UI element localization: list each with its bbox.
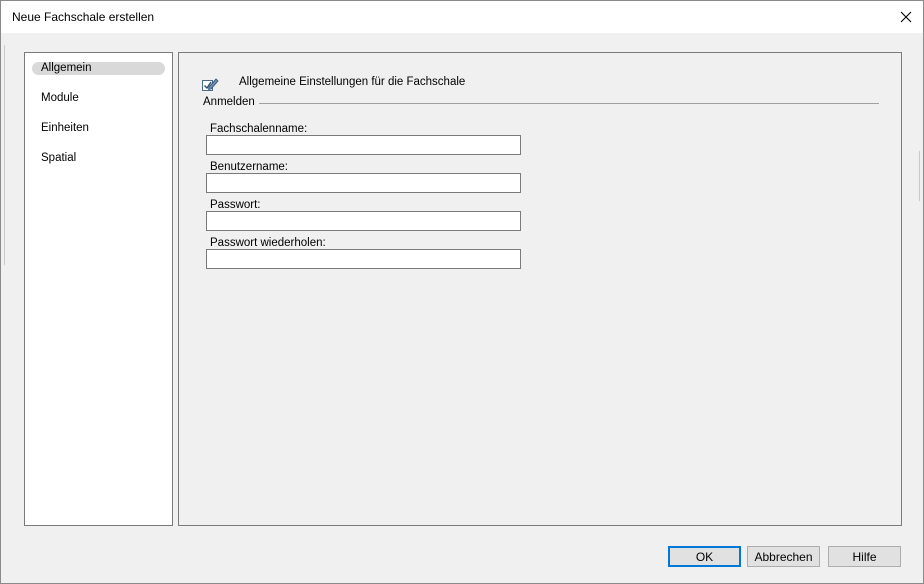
close-button[interactable] (889, 1, 923, 33)
benutzername-label: Benutzername: (210, 161, 288, 173)
passwort-input[interactable] (206, 211, 521, 231)
help-button[interactable]: Hilfe (828, 546, 901, 567)
sidebar-item-label: Allgemein (41, 62, 92, 74)
group-label-anmelden: Anmelden (203, 96, 259, 108)
cancel-button[interactable]: Abbrechen (747, 546, 820, 567)
background-window-edge (1, 45, 5, 265)
passwort-wiederholen-label: Passwort wiederholen: (210, 237, 326, 249)
passwort-wiederholen-input[interactable] (206, 249, 521, 269)
ok-button[interactable]: OK (668, 546, 741, 567)
sidebar-nav: Allgemein Module Einheiten Spatial (24, 52, 173, 526)
group-divider (257, 103, 879, 104)
sidebar-item-einheiten[interactable]: Einheiten (32, 122, 165, 135)
sidebar-item-label: Module (41, 92, 79, 104)
dialog-window: Neue Fachschale erstellen Allgemein Modu… (0, 0, 924, 584)
sidebar-item-label: Spatial (41, 152, 77, 164)
fachschalenname-label: Fachschalenname: (210, 123, 308, 135)
section-header: Allgemeine Einstellungen für die Fachsch… (239, 76, 466, 88)
background-window-edge-right (919, 151, 923, 201)
window-title: Neue Fachschale erstellen (12, 10, 155, 24)
sidebar-item-module[interactable]: Module (32, 92, 165, 105)
passwort-label: Passwort: (210, 199, 261, 211)
fachschalenname-input[interactable] (206, 135, 521, 155)
benutzername-input[interactable] (206, 173, 521, 193)
title-bar: Neue Fachschale erstellen (1, 1, 923, 33)
edit-checkbox-icon (202, 78, 219, 91)
sidebar-item-label: Einheiten (41, 122, 89, 134)
content-panel: Allgemeine Einstellungen für die Fachsch… (178, 52, 902, 526)
close-icon (900, 11, 912, 23)
sidebar-item-allgemein[interactable]: Allgemein (32, 62, 165, 75)
sidebar-item-spatial[interactable]: Spatial (32, 152, 165, 165)
